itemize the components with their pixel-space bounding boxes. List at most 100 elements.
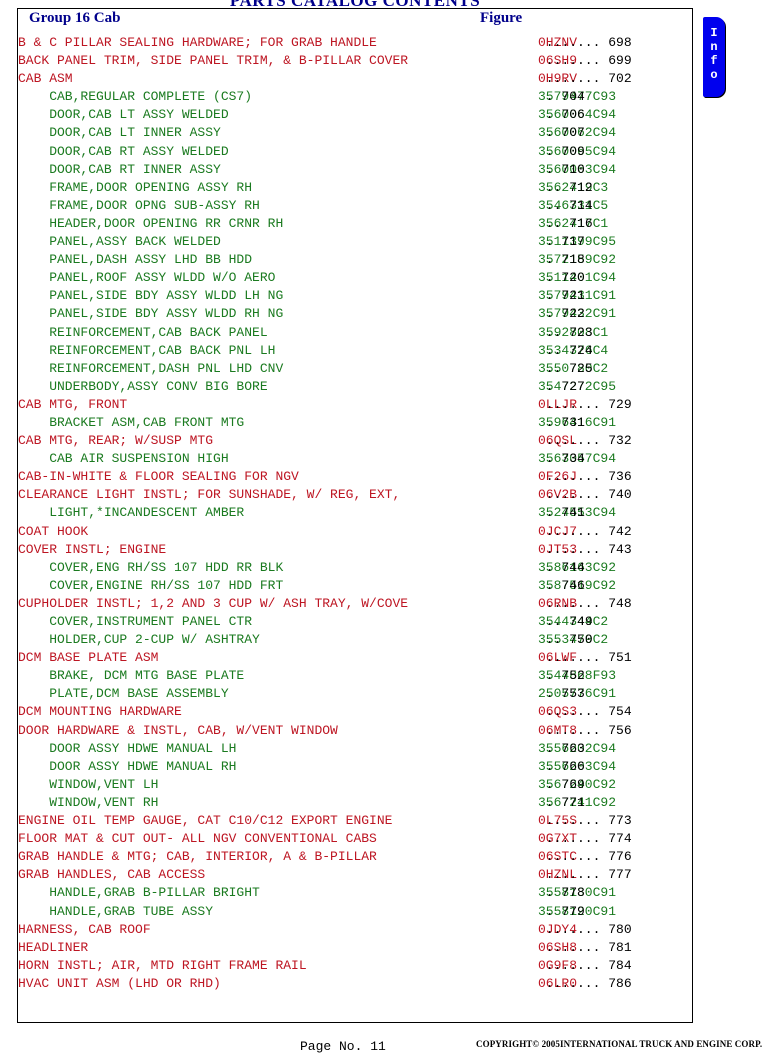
catalog-entry-row[interactable]: WINDOW,VENT RH 3567241C92 . 771	[18, 794, 692, 812]
entry-description: CAB,REGULAR COMPLETE (CS7)	[18, 89, 253, 105]
entry-description: GRAB HANDLES, CAB ACCESS	[18, 867, 206, 883]
entry-description: CAB MTG, REAR; W/SUSP MTG	[18, 433, 214, 449]
catalog-entry-row[interactable]: HANDLE,GRAB B-PILLAR BRIGHT 3558130C91 . …	[18, 884, 692, 902]
entry-figure-number: 699	[608, 53, 632, 69]
catalog-entry-row[interactable]: B & C PILLAR SEALING HARDWARE; FOR GRAB …	[18, 34, 692, 52]
catalog-entry-row[interactable]: CAB,REGULAR COMPLETE (CS7) 3579477C93 . 7…	[18, 88, 692, 106]
catalog-entry-row[interactable]: CAB-IN-WHITE & FLOOR SEALING FOR NGV 0F26…	[18, 468, 692, 486]
entry-figure-number: 743	[608, 541, 632, 557]
entry-figure-number: 746	[561, 577, 585, 593]
catalog-entry-row[interactable]: PLATE,DCM BASE ASSEMBLY 2505776C91 . 753	[18, 685, 692, 703]
catalog-entry-row[interactable]: PANEL,ROOF ASSY WLDD W/O AERO 3511401C94 …	[18, 269, 692, 287]
catalog-entry-row[interactable]: LIGHT,*INCANDESCENT AMBER 3524553C94 . 74…	[18, 504, 692, 522]
catalog-entry-row[interactable]: ENGINE OIL TEMP GAUGE, CAT C10/C12 EXPOR…	[18, 812, 692, 830]
entry-description: BRAKE, DCM MTG BASE PLATE	[18, 668, 245, 684]
entry-dot-leader: .......	[538, 541, 609, 557]
catalog-entry-row[interactable]: COVER,ENGINE RH/SS 107 HDD FRT 3587519C92…	[18, 577, 692, 595]
info-tab-button[interactable]: I n f o	[703, 17, 725, 97]
entry-figure-number: 702	[608, 71, 632, 87]
entry-figure-number: 774	[608, 831, 632, 847]
entry-figure-number: 732	[608, 433, 632, 449]
catalog-entry-row[interactable]: GRAB HANDLES, CAB ACCESS 0HZNL ....... 77…	[18, 866, 692, 884]
catalog-entry-row[interactable]: WINDOW,VENT LH 3567240C92 . 769	[18, 776, 692, 794]
entry-dot-leader: .	[538, 234, 562, 250]
catalog-entry-row[interactable]: UNDERBODY,ASSY CONV BIG BORE 3547272C95 .…	[18, 378, 692, 396]
catalog-entry-row[interactable]: COVER INSTL; ENGINE 0JT53 ....... 743	[18, 541, 692, 559]
entry-figure-number: 707	[561, 125, 585, 141]
entry-figure-number: 717	[561, 234, 585, 250]
catalog-entry-row[interactable]: HVAC UNIT ASM (LHD OR RHD) 06LR0 ....... …	[18, 975, 692, 993]
catalog-entry-row[interactable]: PANEL,ASSY BACK WELDED 3511399C95 . 717	[18, 233, 692, 251]
figure-column-header: Figure	[480, 10, 523, 26]
entry-figure-number: 718	[561, 252, 585, 268]
entry-description: CAB ASM	[18, 71, 73, 87]
catalog-entry-list: B & C PILLAR SEALING HARDWARE; FOR GRAB …	[18, 33, 692, 993]
entry-figure-number: 784	[608, 957, 632, 973]
entry-figure-number: 725	[569, 360, 593, 376]
entry-dot-leader: .......	[538, 957, 609, 973]
entry-description: DOOR,CAB RT ASSY WELDED	[18, 143, 229, 159]
catalog-entry-row[interactable]: DOOR HARDWARE & INSTL, CAB, W/VENT WINDO…	[18, 722, 692, 740]
catalog-entry-row[interactable]: CAB MTG, FRONT 0LLJR ....... 729	[18, 396, 692, 414]
catalog-entry-row[interactable]: DOOR,CAB RT INNER ASSY 3560063C94 . 710	[18, 161, 692, 179]
catalog-entry-row[interactable]: FRAME,DOOR OPENING ASSY RH 3562419C3 .. 7…	[18, 179, 692, 197]
entry-dot-leader: .......	[538, 487, 609, 503]
entry-description: BACK PANEL TRIM, SIDE PANEL TRIM, & B-PI…	[18, 53, 409, 69]
catalog-entry-row[interactable]: PANEL,DASH ASSY LHD BB HDD 3572159C92 . 7…	[18, 251, 692, 269]
entry-description: PLATE,DCM BASE ASSEMBLY	[18, 686, 229, 702]
catalog-content-frame: Group 16 Cab Figure B & C PILLAR SEALING…	[17, 8, 693, 1023]
catalog-entry-row[interactable]: CAB AIR SUSPENSION HIGH 3563057C94 . 734	[18, 450, 692, 468]
catalog-entry-row[interactable]: HOLDER,CUP 2-CUP W/ ASHTRAY 3553479C2 .. …	[18, 631, 692, 649]
entry-dot-leader: .......	[538, 867, 609, 883]
entry-figure-number: 751	[608, 650, 632, 666]
catalog-entry-row[interactable]: FRAME,DOOR OPNG SUB-ASSY RH 3546331C5 .. …	[18, 197, 692, 215]
catalog-entry-row[interactable]: CUPHOLDER INSTL; 1,2 AND 3 CUP W/ ASH TR…	[18, 595, 692, 613]
catalog-entry-row[interactable]: HEADER,DOOR OPENING RR CRNR RH 3562417C1 …	[18, 215, 692, 233]
catalog-entry-row[interactable]: REINFORCEMENT,CAB BACK PNL LH 3534376C4 .…	[18, 342, 692, 360]
catalog-entry-row[interactable]: HANDLE,GRAB TUBE ASSY 3558120C91 . 779	[18, 903, 692, 921]
catalog-entry-row[interactable]: GRAB HANDLE & MTG; CAB, INTERIOR, A & B-…	[18, 848, 692, 866]
entry-figure-number: 756	[608, 722, 632, 738]
catalog-entry-row[interactable]: DOOR ASSY HDWE MANUAL LH 3556202C94 . 763	[18, 740, 692, 758]
catalog-entry-row[interactable]: HORN INSTL; AIR, MTD RIGHT FRAME RAIL 0G9…	[18, 957, 692, 975]
catalog-entry-row[interactable]: CAB ASM 0H9RV ....... 702	[18, 70, 692, 88]
entry-figure-number: 716	[569, 215, 593, 231]
catalog-entry-row[interactable]: COVER,ENG RH/SS 107 HDD RR BLK 3586163C92…	[18, 559, 692, 577]
catalog-entry-row[interactable]: PANEL,SIDE BDY ASSY WLDD RH NG 3579432C91…	[18, 305, 692, 323]
entry-dot-leader: .......	[538, 433, 609, 449]
entry-dot-leader: .	[538, 306, 562, 322]
catalog-entry-row[interactable]: COVER,INSTRUMENT PANEL CTR 3544344C2 .. 7…	[18, 613, 692, 631]
catalog-entry-row[interactable]: DOOR,CAB RT ASSY WELDED 3560065C94 . 709	[18, 143, 692, 161]
catalog-entry-row[interactable]: DOOR,CAB LT ASSY WELDED 3560064C94 . 706	[18, 106, 692, 124]
entry-figure-number: 742	[608, 523, 632, 539]
entry-description: DOOR ASSY HDWE MANUAL RH	[18, 758, 237, 774]
entry-dot-leader: .	[538, 686, 562, 702]
catalog-entry-row[interactable]: DOOR ASSY HDWE MANUAL RH 3556203C94 . 766	[18, 758, 692, 776]
catalog-entry-row[interactable]: CLEARANCE LIGHT INSTL; FOR SUNSHADE, W/ …	[18, 486, 692, 504]
entry-dot-leader: .	[538, 270, 562, 286]
entry-description: DOOR,CAB LT ASSY WELDED	[18, 107, 229, 123]
catalog-entry-row[interactable]: REINFORCEMENT,DASH PNL LHD CNV 3550780C2 …	[18, 360, 692, 378]
entry-dot-leader: .	[538, 885, 562, 901]
entry-dot-leader: .	[538, 378, 562, 394]
entry-dot-leader: .......	[538, 523, 609, 539]
catalog-entry-row[interactable]: HEADLINER 06SH8 ....... 781	[18, 939, 692, 957]
catalog-entry-row[interactable]: HARNESS, CAB ROOF 0JDY4 ....... 780	[18, 921, 692, 939]
entry-dot-leader: .	[538, 577, 562, 593]
catalog-entry-row[interactable]: FLOOR MAT & CUT OUT- ALL NGV CONVENTIONA…	[18, 830, 692, 848]
catalog-entry-row[interactable]: BRACKET ASM,CAB FRONT MTG 3596416C91 . 73…	[18, 414, 692, 432]
catalog-entry-row[interactable]: BRAKE, DCM MTG BASE PLATE 3544868F93 . 75…	[18, 667, 692, 685]
catalog-entry-row[interactable]: DOOR,CAB LT INNER ASSY 3560062C94 . 707	[18, 124, 692, 142]
catalog-entry-row[interactable]: DCM BASE PLATE ASM 06LWF ....... 751	[18, 649, 692, 667]
entry-dot-leader: .......	[538, 704, 609, 720]
catalog-entry-row[interactable]: CAB MTG, REAR; W/SUSP MTG 06QSL ....... 7…	[18, 432, 692, 450]
catalog-entry-row[interactable]: DCM MOUNTING HARDWARE 06QS3 ....... 754	[18, 703, 692, 721]
entry-figure-number: 779	[561, 903, 585, 919]
catalog-entry-row[interactable]: REINFORCEMENT,CAB BACK PANEL 3592808C1 ..…	[18, 324, 692, 342]
entry-dot-leader: .......	[538, 469, 609, 485]
catalog-entry-row[interactable]: BACK PANEL TRIM, SIDE PANEL TRIM, & B-PI…	[18, 52, 692, 70]
catalog-entry-row[interactable]: PANEL,SIDE BDY ASSY WLDD LH NG 3579431C91…	[18, 287, 692, 305]
catalog-entry-row[interactable]: COAT HOOK 0JCJ7 ....... 742	[18, 523, 692, 541]
entry-description: COVER,ENGINE RH/SS 107 HDD FRT	[18, 577, 284, 593]
entry-figure-number: 780	[608, 921, 632, 937]
